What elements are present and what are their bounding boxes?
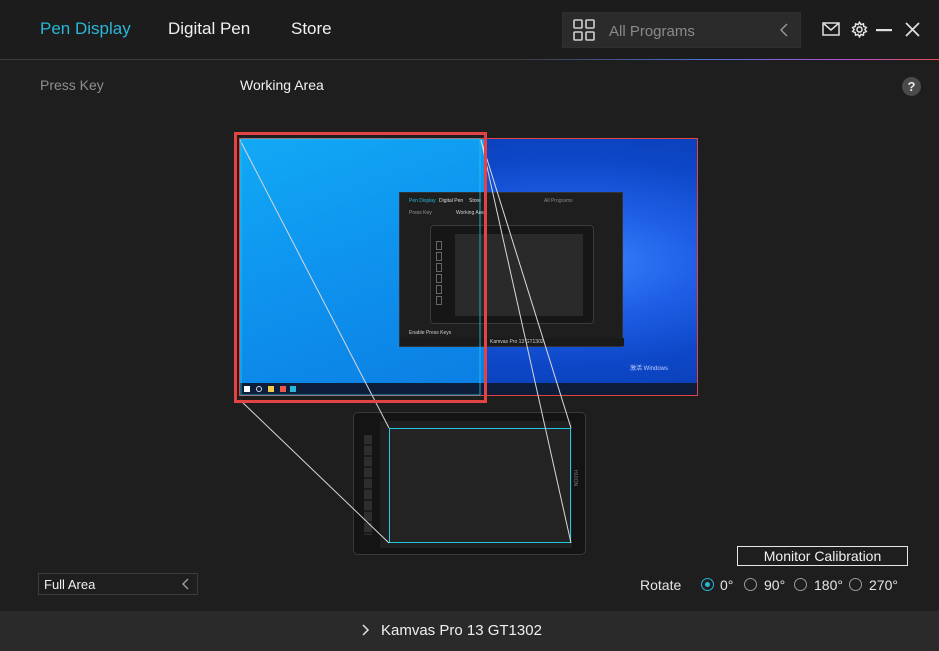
help-button[interactable]: ? <box>902 77 921 96</box>
gear-icon[interactable] <box>851 21 868 38</box>
rotate-180-label: 180° <box>814 577 843 593</box>
mini-device: Kamvas Pro 13 GT1302 <box>490 339 544 345</box>
grid-icon <box>573 19 595 41</box>
tab-press-key[interactable]: Press Key <box>40 77 104 93</box>
header-divider <box>0 59 939 60</box>
app-icon <box>280 386 286 392</box>
rotate-0-label: 0° <box>720 577 734 593</box>
folder-icon <box>268 386 274 392</box>
chevron-left-icon <box>182 578 189 590</box>
search-icon <box>256 386 262 392</box>
mini-tab: Store <box>469 198 481 204</box>
mini-tablet-screen <box>455 234 583 316</box>
top-bar: Pen Display Digital Pen Store All Progra… <box>0 0 939 60</box>
mini-footer: Kamvas Pro 13 GT1302 <box>400 338 624 346</box>
mail-icon[interactable] <box>822 22 840 36</box>
tablet-working-area[interactable] <box>389 428 571 543</box>
tab-working-area[interactable]: Working Area <box>240 77 324 93</box>
mini-press-key: Press Key <box>409 210 432 216</box>
mini-app-screenshot: Pen Display Digital Pen Store All Progra… <box>399 192 624 347</box>
activation-watermark: 激活 Windows <box>630 366 669 372</box>
mini-program: All Programs <box>544 198 573 204</box>
program-selector[interactable]: All Programs <box>562 12 801 48</box>
mini-tab: Pen Display <box>409 198 436 204</box>
tablet-driver-icon <box>290 386 296 392</box>
tab-store[interactable]: Store <box>291 19 332 39</box>
chevron-left-icon[interactable] <box>778 22 790 38</box>
taskbar <box>240 383 697 395</box>
mini-press-keys <box>436 241 442 309</box>
mini-enable-press-keys: Enable Press Keys <box>409 330 452 336</box>
rotate-label: Rotate <box>640 577 682 593</box>
mini-tablet <box>430 225 594 324</box>
mini-working-area: Working Area <box>456 210 486 216</box>
close-icon[interactable] <box>905 22 920 37</box>
rotate-90-label: 90° <box>764 577 786 593</box>
tab-digital-pen[interactable]: Digital Pen <box>168 19 250 39</box>
chevron-right-icon[interactable] <box>362 624 370 636</box>
monitor-calibration-button[interactable]: Monitor Calibration <box>737 546 908 566</box>
tablet-brand: HUION <box>572 470 578 487</box>
rotate-90-radio[interactable] <box>744 578 757 591</box>
rotate-0-radio[interactable] <box>701 578 714 591</box>
device-bar: Kamvas Pro 13 GT1302 <box>0 611 939 651</box>
rotate-270-label: 270° <box>869 577 898 593</box>
windows-icon <box>244 386 250 392</box>
minimize-icon[interactable] <box>876 29 892 32</box>
mini-tab: Digital Pen <box>439 198 464 204</box>
rotate-180-radio[interactable] <box>794 578 807 591</box>
rotate-270-radio[interactable] <box>849 578 862 591</box>
area-select-value: Full Area <box>44 577 96 592</box>
monitor-preview: Pen Display Digital Pen Store All Progra… <box>239 138 698 396</box>
tab-pen-display[interactable]: Pen Display <box>40 19 131 39</box>
tablet-press-keys <box>364 435 372 535</box>
area-select[interactable]: Full Area <box>38 573 198 595</box>
program-selector-text: All Programs <box>609 23 695 40</box>
device-name[interactable]: Kamvas Pro 13 GT1302 <box>381 622 542 639</box>
